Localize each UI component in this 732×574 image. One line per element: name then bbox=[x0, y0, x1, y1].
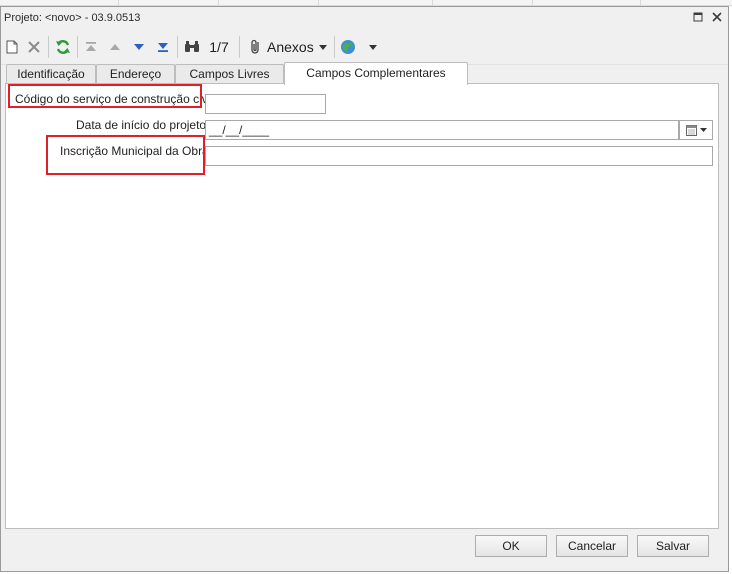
start-date-label: Data de início do projeto: bbox=[76, 118, 210, 132]
cancel-button[interactable]: Cancelar bbox=[556, 535, 628, 557]
attachment-paperclip-icon[interactable] bbox=[245, 37, 267, 57]
highlight-box-service-code bbox=[8, 84, 202, 108]
tab-campos-complementares[interactable]: Campos Complementares bbox=[284, 62, 468, 85]
close-icon[interactable] bbox=[710, 10, 724, 24]
find-binoculars-icon[interactable] bbox=[182, 37, 202, 57]
tab-endereco[interactable]: Endereço bbox=[96, 64, 175, 84]
save-button[interactable]: Salvar bbox=[637, 535, 709, 557]
date-picker-button[interactable] bbox=[679, 120, 713, 140]
highlight-box-municipal-registration bbox=[46, 135, 205, 175]
chevron-down-icon bbox=[699, 128, 707, 132]
calendar-icon bbox=[685, 124, 697, 136]
attachments-button[interactable]: Anexos bbox=[267, 37, 314, 57]
new-document-icon[interactable] bbox=[3, 37, 21, 57]
start-date-field[interactable]: __/__/____ bbox=[205, 120, 679, 140]
tab-strip: Identificação Endereço Campos Livres Cam… bbox=[5, 62, 715, 85]
previous-record-icon[interactable] bbox=[106, 37, 124, 57]
web-dropdown-icon[interactable] bbox=[366, 37, 380, 57]
globe-web-icon[interactable] bbox=[338, 37, 358, 57]
record-counter: 1/7 bbox=[209, 39, 229, 55]
last-record-icon[interactable] bbox=[154, 37, 172, 57]
window-title: Projeto: <novo> - 03.9.0513 bbox=[4, 12, 141, 24]
municipal-registration-field[interactable] bbox=[205, 146, 713, 166]
restore-icon[interactable] bbox=[691, 10, 705, 24]
ok-button[interactable]: OK bbox=[475, 535, 547, 557]
tab-campos-livres[interactable]: Campos Livres bbox=[175, 64, 284, 84]
attachments-dropdown-icon[interactable] bbox=[316, 37, 330, 57]
first-record-icon[interactable] bbox=[82, 37, 100, 57]
toolbar: 1/7 Anexos bbox=[1, 29, 728, 65]
delete-icon[interactable] bbox=[25, 37, 43, 57]
refresh-icon[interactable] bbox=[53, 37, 73, 57]
service-code-field[interactable] bbox=[205, 94, 326, 114]
tab-identificacao[interactable]: Identificação bbox=[6, 64, 96, 84]
title-bar: Projeto: <novo> - 03.9.0513 bbox=[1, 7, 728, 29]
next-record-icon[interactable] bbox=[130, 37, 148, 57]
